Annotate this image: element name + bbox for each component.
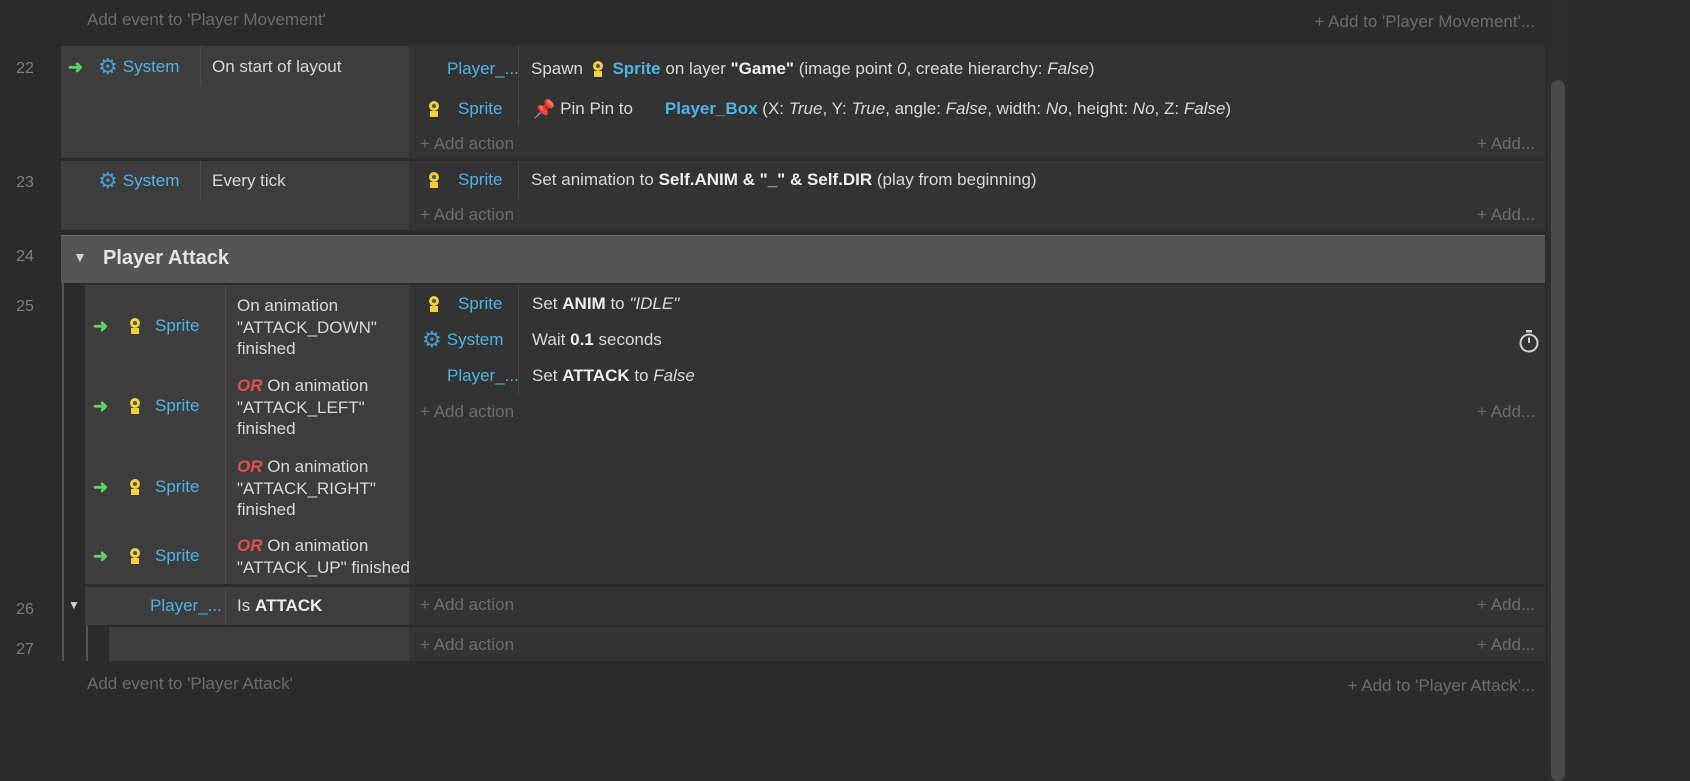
event-number: 22 [16, 60, 34, 77]
add-action-link[interactable]: + Add action [420, 402, 514, 422]
scrollbar-thumb[interactable] [1551, 80, 1565, 781]
collapse-triangle-icon[interactable]: ▼ [68, 598, 80, 612]
subevent-indent-line [86, 625, 88, 661]
action-object[interactable]: Sprite [424, 95, 502, 123]
or-keyword: OR [237, 376, 263, 395]
add-more-link[interactable]: + Add... [1477, 134, 1535, 154]
action-pin[interactable]: 📌 Pin Pin to Player_Box (X: True, Y: Tru… [533, 95, 1231, 123]
add-event-player-movement-link[interactable]: Add event to 'Player Movement' [87, 10, 326, 30]
event-27-conditions[interactable] [109, 627, 409, 661]
add-action-link[interactable]: + Add action [420, 134, 514, 154]
condition-object[interactable]: Sprite [125, 314, 199, 338]
event-number: 27 [16, 641, 34, 658]
action-wait[interactable]: Wait 0.1 seconds [532, 326, 662, 354]
add-more-link[interactable]: + Add... [1477, 635, 1535, 655]
action-spawn[interactable]: Spawn Sprite on layer "Game" (image poin… [531, 55, 1095, 83]
condition-object[interactable]: ⚙ System [98, 52, 179, 82]
condition-object[interactable]: Sprite [125, 475, 199, 499]
action-set-anim[interactable]: Set ANIM to "IDLE" [532, 290, 679, 318]
sprite-icon [424, 170, 444, 190]
sprite-icon [424, 99, 444, 119]
sprite-icon [125, 396, 145, 416]
collapse-triangle-icon[interactable]: ▼ [73, 249, 87, 265]
event-number: 26 [16, 601, 34, 618]
add-action-link[interactable]: + Add action [420, 595, 514, 615]
action-set-attack[interactable]: Set ATTACK to False [532, 362, 695, 390]
trigger-arrow-icon: ➜ [93, 315, 109, 336]
action-set-animation[interactable]: Set animation to Self.ANIM & "_" & Self.… [531, 166, 1037, 194]
add-more-link[interactable]: + Add... [1477, 205, 1535, 225]
add-more-link[interactable]: + Add... [1477, 595, 1535, 615]
condition-text[interactable]: On start of layout [212, 52, 341, 82]
sprite-icon [424, 294, 444, 314]
group-header-player-attack[interactable] [61, 235, 1545, 283]
or-keyword: OR [237, 536, 263, 555]
condition-text[interactable]: Is ATTACK [237, 592, 322, 620]
event-number: 24 [16, 248, 34, 265]
add-action-link[interactable]: + Add action [420, 205, 514, 225]
action-object[interactable]: Player_... [447, 55, 519, 83]
action-object[interactable]: Player_... [447, 362, 519, 390]
trigger-arrow-icon: ➜ [93, 476, 109, 497]
system-gear-icon: ⚙ [98, 168, 118, 193]
add-more-link[interactable]: + Add... [1477, 402, 1535, 422]
condition-text[interactable]: On animation "ATTACK_DOWN" finished [237, 295, 377, 360]
add-action-link[interactable]: + Add action [420, 635, 514, 655]
sprite-icon [125, 316, 145, 336]
action-object[interactable]: ⚙ System [422, 326, 503, 354]
condition-text[interactable]: OR On animation "ATTACK_LEFT" finished [237, 375, 368, 440]
event-number: 25 [16, 298, 34, 315]
condition-object[interactable]: Player_... [150, 592, 222, 620]
group-indent-line [62, 283, 64, 661]
sprite-icon [125, 477, 145, 497]
trigger-arrow-icon: ➜ [93, 395, 109, 416]
sprite-icon [588, 59, 608, 79]
action-object[interactable]: Sprite [424, 166, 502, 194]
condition-text[interactable]: Every tick [212, 166, 286, 196]
add-event-player-attack-link[interactable]: Add event to 'Player Attack' [87, 674, 293, 694]
event-number: 23 [16, 174, 34, 191]
stopwatch-icon [1518, 329, 1540, 358]
or-keyword: OR [237, 457, 263, 476]
condition-text[interactable]: OR On animation "ATTACK_RIGHT" finished [237, 456, 376, 521]
add-to-player-movement-link[interactable]: + Add to 'Player Movement'... [1314, 12, 1535, 32]
trigger-arrow-icon: ➜ [68, 56, 84, 77]
system-gear-icon: ⚙ [422, 327, 442, 352]
trigger-arrow-icon: ➜ [93, 545, 109, 566]
condition-object[interactable]: ⚙ System [98, 166, 179, 196]
group-title: Player Attack [103, 247, 229, 269]
action-object[interactable]: Sprite [424, 290, 502, 318]
condition-object[interactable]: Sprite [125, 544, 199, 568]
right-margin [1568, 0, 1690, 781]
system-gear-icon: ⚙ [98, 54, 118, 79]
condition-object[interactable]: Sprite [125, 394, 199, 418]
pin-icon: 📌 [533, 98, 556, 119]
add-to-player-attack-link[interactable]: + Add to 'Player Attack'... [1348, 676, 1535, 696]
condition-text[interactable]: OR On animation "ATTACK_UP" finished [237, 535, 410, 578]
sprite-icon [125, 546, 145, 566]
